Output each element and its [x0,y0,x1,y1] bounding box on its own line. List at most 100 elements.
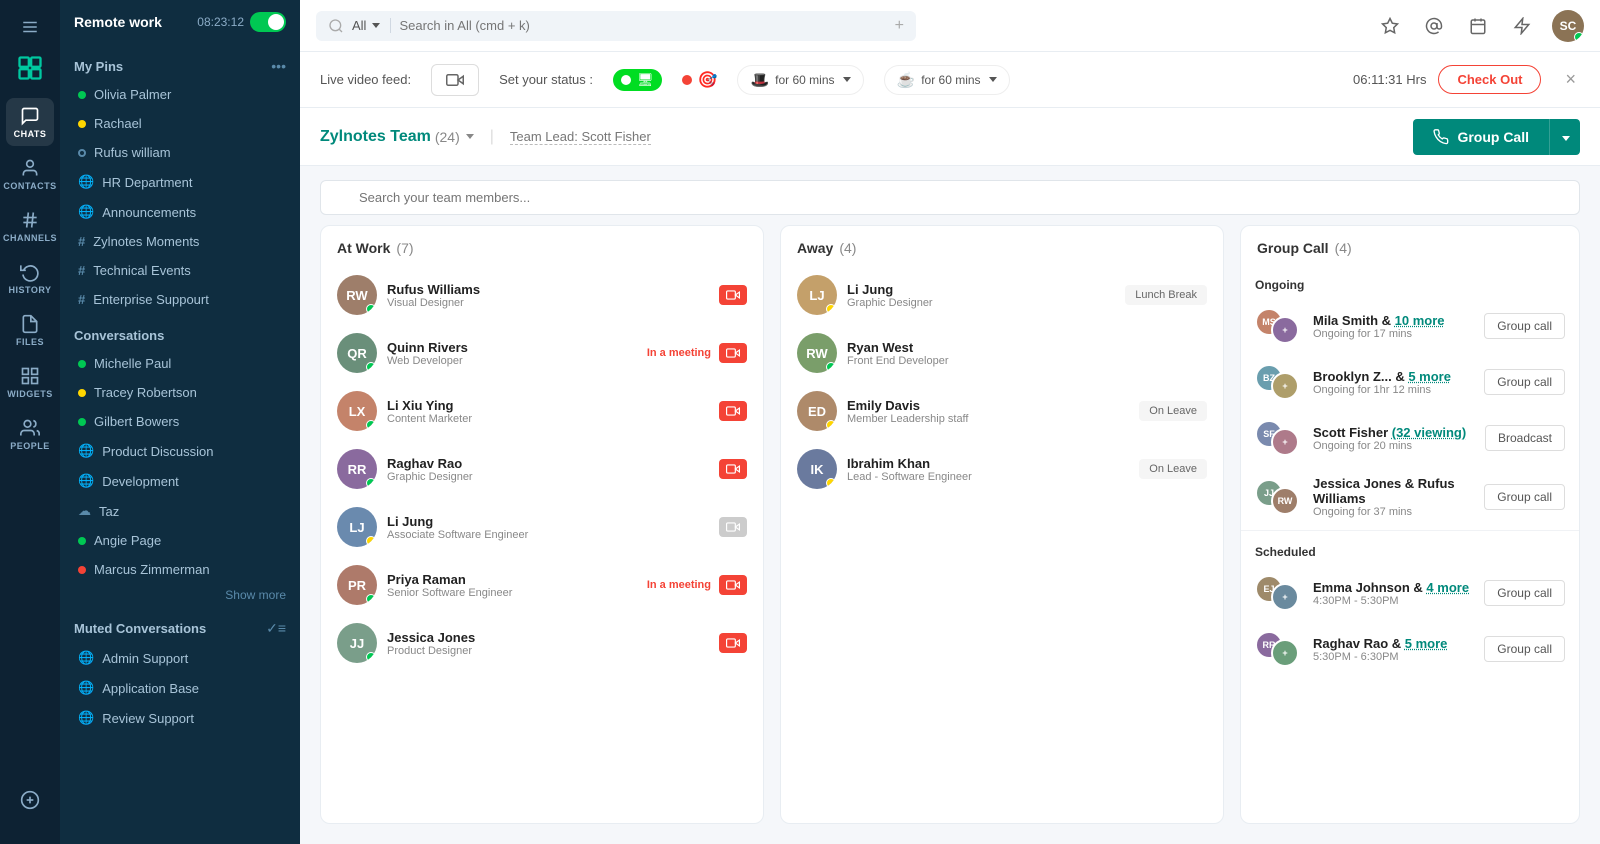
phone-call-icon [1433,129,1449,145]
status-away-lijung [826,304,836,314]
video-camera-icon [446,71,464,89]
away-header: Away (4) [781,226,1223,266]
search-scope[interactable]: All [352,18,391,33]
video-btn-lixiuying[interactable] [719,401,747,421]
user-avatar[interactable]: SC [1552,10,1584,42]
gc-item-jessica-rufus[interactable]: JJ RW Jessica Jones & Rufus Williams Ong… [1241,466,1579,528]
sidebar-item-widgets[interactable]: WIDGETS [6,358,54,406]
pins-options-icon[interactable]: ••• [271,58,286,74]
conv-item-development[interactable]: 🌐 Development [64,466,296,496]
globe-icon: 🌐 [78,174,94,190]
globe-icon-2: 🌐 [78,204,94,220]
away-row-ibrahim[interactable]: IK Ibrahim Khan Lead - Software Engineer… [791,440,1213,498]
workspace-toggle[interactable] [250,12,286,32]
ongoing-section-title: Ongoing [1241,266,1579,298]
video-btn-lijung[interactable] [719,517,747,537]
conv-item-gilbert[interactable]: Gilbert Bowers [64,407,296,436]
conv-item-tracey[interactable]: Tracey Robertson [64,378,296,407]
sidebar-item-channels[interactable]: CHANNELS [6,202,54,250]
lightning-icon[interactable] [1508,12,1536,40]
conv-item-product[interactable]: 🌐 Product Discussion [64,436,296,466]
video-btn-rufus[interactable] [719,285,747,305]
hamburger-menu[interactable] [13,12,47,42]
show-more-btn[interactable]: Show more [60,584,300,606]
gc-avatars-jessica-rufus: JJ RW [1255,479,1303,515]
pin-item-olivia[interactable]: Olivia Palmer [64,80,296,109]
search-members-input[interactable] [320,180,1580,215]
muted-item-admin[interactable]: 🌐 Admin Support [64,643,296,673]
team-name[interactable]: Zylnotes Team (24) [320,128,474,146]
group-call-chevron [1562,136,1570,141]
gc-item-raghav-sched[interactable]: RR + Raghav Rao & 5 more 5:30PM - 6:30PM… [1241,621,1579,677]
sidebar-item-chats[interactable]: CHATS [6,98,54,146]
checkout-btn[interactable]: Check Out [1438,65,1541,94]
gc-item-brooklyn[interactable]: BZ + Brooklyn Z... & 5 more Ongoing for … [1241,354,1579,410]
sidebar-item-contacts[interactable]: CONTACTS [6,150,54,198]
at-icon[interactable] [1420,12,1448,40]
conv-item-angie[interactable]: Angie Page [64,526,296,555]
pin-item-moments[interactable]: # Zylnotes Moments [64,227,296,256]
away-row-lijung[interactable]: LJ Li Jung Graphic Designer Lunch Break [791,266,1213,324]
muted-options-icon[interactable]: ✓≡ [266,620,286,637]
member-row-rufus[interactable]: RW Rufus Williams Visual Designer [331,266,753,324]
member-row-priya[interactable]: PR Priya Raman Senior Software Engineer … [331,556,753,614]
sidebar-item-people[interactable]: PEOPLE [6,410,54,458]
away-row-ryanwest[interactable]: RW Ryan West Front End Developer [791,324,1213,382]
pin-item-enterprise[interactable]: # Enterprise Suppourt [64,285,296,314]
gc-btn-0[interactable]: Group call [1484,313,1565,339]
gc-sched-btn-0[interactable]: Group call [1484,580,1565,606]
pin-item-announcements[interactable]: 🌐 Announcements [64,197,296,227]
gc-item-scott[interactable]: SF + Scott Fisher (32 viewing) Ongoing f… [1241,410,1579,466]
conv-item-taz[interactable]: ☁ Taz [64,496,296,526]
pin-item-rachael[interactable]: Rachael [64,109,296,138]
timer1-btn[interactable]: 🎩 for 60 mins [737,65,863,95]
team-chevron [466,134,474,139]
gc-avatars-mila: MS + [1255,308,1303,344]
status-rufus [366,304,376,314]
gc-item-mila[interactable]: MS + Mila Smith & 10 more Ongoing for 17… [1241,298,1579,354]
statusbar-close-btn[interactable]: × [1561,69,1580,90]
gc-sched-btn-1[interactable]: Group call [1484,636,1565,662]
search-input[interactable] [399,18,886,33]
bottom-action[interactable] [6,776,54,824]
add-search-icon[interactable]: + [895,17,904,35]
member-row-lijung-work[interactable]: LJ Li Jung Associate Software Engineer [331,498,753,556]
live-video-btn[interactable] [431,64,479,96]
muted-item-appbase[interactable]: 🌐 Application Base [64,673,296,703]
conv-item-michelle[interactable]: Michelle Paul [64,349,296,378]
status-online-toggle[interactable]: 🖥 [613,69,662,91]
sidebar-item-files[interactable]: FILES [6,306,54,354]
member-actions-lijung-work [719,517,747,537]
muted-item-review[interactable]: 🌐 Review Support [64,703,296,733]
group-call-dropdown[interactable] [1549,119,1580,155]
conv-item-marcus[interactable]: Marcus Zimmerman [64,555,296,584]
video-btn-priya[interactable] [719,575,747,595]
video-btn-jessica[interactable] [719,633,747,653]
topbar-icons: SC [1376,10,1584,42]
pin-item-rufus[interactable]: Rufus william [64,138,296,167]
avatar-ibrahim: IK [797,449,837,489]
gc-item-emma[interactable]: EJ + Emma Johnson & 4 more 4:30PM - 5:30… [1241,565,1579,621]
away-badge-lijung: Lunch Break [1125,285,1207,305]
pin-item-technical-events[interactable]: # Technical Events [64,256,296,285]
clock-icon[interactable] [1464,12,1492,40]
avatar-lijung-work: LJ [337,507,377,547]
gc-more-2: (32 viewing) [1392,425,1466,440]
member-row-raghav[interactable]: RR Raghav Rao Graphic Designer [331,440,753,498]
member-row-lixiuying[interactable]: LX Li Xiu Ying Content Marketer [331,382,753,440]
group-call-btn[interactable]: Group Call [1413,119,1549,155]
member-row-quinn[interactable]: QR Quinn Rivers Web Developer In a meeti… [331,324,753,382]
status-away-option[interactable]: 🎯 [682,70,718,90]
timer2-btn[interactable]: ☕ for 60 mins [884,65,1010,95]
video-btn-raghav[interactable] [719,459,747,479]
gc-btn-1[interactable]: Group call [1484,369,1565,395]
away-row-emily[interactable]: ED Emily Davis Member Leadership staff O… [791,382,1213,440]
video-btn-quinn[interactable] [719,343,747,363]
member-row-jessica[interactable]: JJ Jessica Jones Product Designer [331,614,753,672]
sidebar-item-history[interactable]: HISTORY [6,254,54,302]
pin-item-hr[interactable]: 🌐 HR Department [64,167,296,197]
gc-btn-2[interactable]: Broadcast [1485,425,1565,451]
gc-btn-3[interactable]: Group call [1484,484,1565,510]
star-icon[interactable] [1376,12,1404,40]
status-ryanwest [826,362,836,372]
